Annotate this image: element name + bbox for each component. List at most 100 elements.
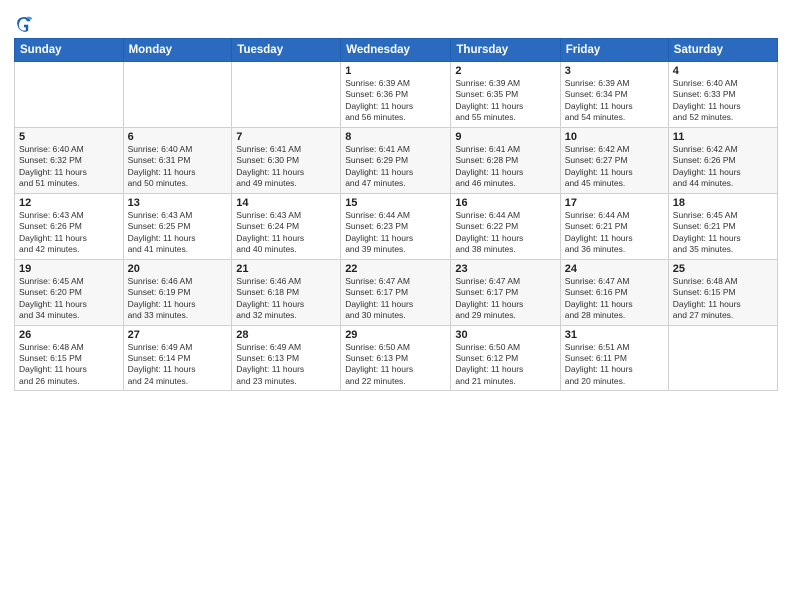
day-number: 6 xyxy=(128,131,228,143)
calendar-cell: 14Sunrise: 6:43 AMSunset: 6:24 PMDayligh… xyxy=(232,193,341,259)
day-info: Sunrise: 6:41 AMSunset: 6:30 PMDaylight:… xyxy=(236,144,336,190)
calendar-cell: 5Sunrise: 6:40 AMSunset: 6:32 PMDaylight… xyxy=(15,127,124,193)
day-number: 24 xyxy=(565,263,664,275)
calendar-cell: 19Sunrise: 6:45 AMSunset: 6:20 PMDayligh… xyxy=(15,259,124,325)
day-number: 30 xyxy=(455,329,555,341)
calendar-cell: 17Sunrise: 6:44 AMSunset: 6:21 PMDayligh… xyxy=(560,193,668,259)
calendar-cell xyxy=(123,62,232,128)
day-number: 5 xyxy=(19,131,119,143)
calendar-cell: 16Sunrise: 6:44 AMSunset: 6:22 PMDayligh… xyxy=(451,193,560,259)
day-info: Sunrise: 6:41 AMSunset: 6:29 PMDaylight:… xyxy=(345,144,446,190)
day-number: 17 xyxy=(565,197,664,209)
calendar-cell: 24Sunrise: 6:47 AMSunset: 6:16 PMDayligh… xyxy=(560,259,668,325)
calendar-cell: 2Sunrise: 6:39 AMSunset: 6:35 PMDaylight… xyxy=(451,62,560,128)
calendar-cell: 10Sunrise: 6:42 AMSunset: 6:27 PMDayligh… xyxy=(560,127,668,193)
weekday-header-row: SundayMondayTuesdayWednesdayThursdayFrid… xyxy=(15,39,778,62)
day-info: Sunrise: 6:44 AMSunset: 6:22 PMDaylight:… xyxy=(455,210,555,256)
day-number: 2 xyxy=(455,65,555,77)
day-info: Sunrise: 6:42 AMSunset: 6:27 PMDaylight:… xyxy=(565,144,664,190)
day-number: 25 xyxy=(673,263,773,275)
calendar-cell: 26Sunrise: 6:48 AMSunset: 6:15 PMDayligh… xyxy=(15,325,124,391)
day-info: Sunrise: 6:46 AMSunset: 6:18 PMDaylight:… xyxy=(236,276,336,322)
logo-icon xyxy=(15,14,33,32)
calendar-cell: 8Sunrise: 6:41 AMSunset: 6:29 PMDaylight… xyxy=(341,127,451,193)
calendar-cell: 4Sunrise: 6:40 AMSunset: 6:33 PMDaylight… xyxy=(668,62,777,128)
day-number: 22 xyxy=(345,263,446,275)
calendar-cell: 22Sunrise: 6:47 AMSunset: 6:17 PMDayligh… xyxy=(341,259,451,325)
day-number: 8 xyxy=(345,131,446,143)
calendar-cell: 21Sunrise: 6:46 AMSunset: 6:18 PMDayligh… xyxy=(232,259,341,325)
day-number: 11 xyxy=(673,131,773,143)
calendar-table: SundayMondayTuesdayWednesdayThursdayFrid… xyxy=(14,38,778,391)
day-number: 10 xyxy=(565,131,664,143)
page: SundayMondayTuesdayWednesdayThursdayFrid… xyxy=(0,0,792,612)
calendar-cell: 12Sunrise: 6:43 AMSunset: 6:26 PMDayligh… xyxy=(15,193,124,259)
day-number: 15 xyxy=(345,197,446,209)
day-number: 28 xyxy=(236,329,336,341)
day-number: 27 xyxy=(128,329,228,341)
day-info: Sunrise: 6:47 AMSunset: 6:17 PMDaylight:… xyxy=(455,276,555,322)
day-info: Sunrise: 6:39 AMSunset: 6:35 PMDaylight:… xyxy=(455,78,555,124)
day-number: 29 xyxy=(345,329,446,341)
day-info: Sunrise: 6:46 AMSunset: 6:19 PMDaylight:… xyxy=(128,276,228,322)
calendar-cell: 29Sunrise: 6:50 AMSunset: 6:13 PMDayligh… xyxy=(341,325,451,391)
day-info: Sunrise: 6:49 AMSunset: 6:13 PMDaylight:… xyxy=(236,342,336,388)
calendar-cell: 6Sunrise: 6:40 AMSunset: 6:31 PMDaylight… xyxy=(123,127,232,193)
calendar-cell xyxy=(668,325,777,391)
header xyxy=(14,10,778,32)
day-info: Sunrise: 6:45 AMSunset: 6:20 PMDaylight:… xyxy=(19,276,119,322)
calendar-week-row: 5Sunrise: 6:40 AMSunset: 6:32 PMDaylight… xyxy=(15,127,778,193)
day-info: Sunrise: 6:50 AMSunset: 6:12 PMDaylight:… xyxy=(455,342,555,388)
weekday-header-saturday: Saturday xyxy=(668,39,777,62)
calendar-cell: 11Sunrise: 6:42 AMSunset: 6:26 PMDayligh… xyxy=(668,127,777,193)
day-info: Sunrise: 6:47 AMSunset: 6:17 PMDaylight:… xyxy=(345,276,446,322)
day-number: 23 xyxy=(455,263,555,275)
calendar-week-row: 1Sunrise: 6:39 AMSunset: 6:36 PMDaylight… xyxy=(15,62,778,128)
calendar-cell: 18Sunrise: 6:45 AMSunset: 6:21 PMDayligh… xyxy=(668,193,777,259)
day-number: 1 xyxy=(345,65,446,77)
day-info: Sunrise: 6:39 AMSunset: 6:34 PMDaylight:… xyxy=(565,78,664,124)
calendar-cell: 9Sunrise: 6:41 AMSunset: 6:28 PMDaylight… xyxy=(451,127,560,193)
day-info: Sunrise: 6:44 AMSunset: 6:21 PMDaylight:… xyxy=(565,210,664,256)
day-info: Sunrise: 6:42 AMSunset: 6:26 PMDaylight:… xyxy=(673,144,773,190)
calendar-week-row: 19Sunrise: 6:45 AMSunset: 6:20 PMDayligh… xyxy=(15,259,778,325)
day-number: 3 xyxy=(565,65,664,77)
day-number: 13 xyxy=(128,197,228,209)
calendar-cell: 30Sunrise: 6:50 AMSunset: 6:12 PMDayligh… xyxy=(451,325,560,391)
calendar-cell: 7Sunrise: 6:41 AMSunset: 6:30 PMDaylight… xyxy=(232,127,341,193)
calendar-cell: 1Sunrise: 6:39 AMSunset: 6:36 PMDaylight… xyxy=(341,62,451,128)
day-info: Sunrise: 6:40 AMSunset: 6:32 PMDaylight:… xyxy=(19,144,119,190)
day-number: 31 xyxy=(565,329,664,341)
day-info: Sunrise: 6:49 AMSunset: 6:14 PMDaylight:… xyxy=(128,342,228,388)
weekday-header-wednesday: Wednesday xyxy=(341,39,451,62)
weekday-header-tuesday: Tuesday xyxy=(232,39,341,62)
calendar-cell: 28Sunrise: 6:49 AMSunset: 6:13 PMDayligh… xyxy=(232,325,341,391)
day-info: Sunrise: 6:48 AMSunset: 6:15 PMDaylight:… xyxy=(673,276,773,322)
day-number: 26 xyxy=(19,329,119,341)
day-info: Sunrise: 6:40 AMSunset: 6:33 PMDaylight:… xyxy=(673,78,773,124)
weekday-header-sunday: Sunday xyxy=(15,39,124,62)
day-number: 4 xyxy=(673,65,773,77)
day-info: Sunrise: 6:43 AMSunset: 6:24 PMDaylight:… xyxy=(236,210,336,256)
day-info: Sunrise: 6:45 AMSunset: 6:21 PMDaylight:… xyxy=(673,210,773,256)
weekday-header-friday: Friday xyxy=(560,39,668,62)
day-info: Sunrise: 6:50 AMSunset: 6:13 PMDaylight:… xyxy=(345,342,446,388)
day-info: Sunrise: 6:48 AMSunset: 6:15 PMDaylight:… xyxy=(19,342,119,388)
day-number: 19 xyxy=(19,263,119,275)
calendar-cell: 27Sunrise: 6:49 AMSunset: 6:14 PMDayligh… xyxy=(123,325,232,391)
weekday-header-thursday: Thursday xyxy=(451,39,560,62)
calendar-cell xyxy=(232,62,341,128)
logo xyxy=(14,14,35,32)
day-info: Sunrise: 6:40 AMSunset: 6:31 PMDaylight:… xyxy=(128,144,228,190)
calendar-cell: 25Sunrise: 6:48 AMSunset: 6:15 PMDayligh… xyxy=(668,259,777,325)
calendar-cell: 20Sunrise: 6:46 AMSunset: 6:19 PMDayligh… xyxy=(123,259,232,325)
calendar-week-row: 12Sunrise: 6:43 AMSunset: 6:26 PMDayligh… xyxy=(15,193,778,259)
day-number: 18 xyxy=(673,197,773,209)
day-number: 7 xyxy=(236,131,336,143)
day-info: Sunrise: 6:39 AMSunset: 6:36 PMDaylight:… xyxy=(345,78,446,124)
day-number: 9 xyxy=(455,131,555,143)
calendar-cell: 13Sunrise: 6:43 AMSunset: 6:25 PMDayligh… xyxy=(123,193,232,259)
day-number: 20 xyxy=(128,263,228,275)
day-number: 21 xyxy=(236,263,336,275)
calendar-cell: 31Sunrise: 6:51 AMSunset: 6:11 PMDayligh… xyxy=(560,325,668,391)
